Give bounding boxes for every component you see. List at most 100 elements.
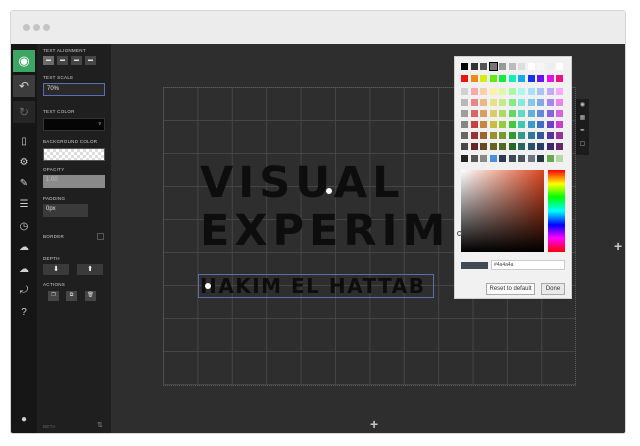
recent-swatch[interactable] <box>489 155 497 162</box>
palette-swatch[interactable] <box>461 121 468 128</box>
redo-icon[interactable]: ↻ <box>13 101 35 123</box>
palette-swatch[interactable] <box>480 132 487 139</box>
eyedropper-icon[interactable]: ✒ <box>578 127 587 136</box>
palette-swatch[interactable] <box>556 143 563 150</box>
palette-swatch[interactable] <box>508 110 516 117</box>
saturation-cursor[interactable] <box>457 231 462 236</box>
settings-sliders-icon[interactable]: ⇅ <box>97 421 103 429</box>
palette-swatch[interactable] <box>489 88 497 95</box>
help-icon[interactable]: ? <box>15 304 33 322</box>
palette-swatch[interactable] <box>470 132 478 139</box>
text-color-swatch[interactable]: ▿ <box>43 118 105 131</box>
palette-swatch[interactable] <box>518 88 525 95</box>
recent-swatch[interactable] <box>546 155 554 162</box>
palette-swatch[interactable] <box>527 143 535 150</box>
palette-swatch[interactable] <box>480 143 487 150</box>
recent-swatch[interactable] <box>518 155 525 162</box>
palette-swatch[interactable] <box>461 63 468 70</box>
palette-swatch[interactable] <box>527 75 535 82</box>
palette-swatch[interactable] <box>556 88 563 95</box>
palette-swatch[interactable] <box>518 121 525 128</box>
palette-swatch[interactable] <box>546 143 554 150</box>
palette-swatch[interactable] <box>480 63 487 70</box>
palette-swatch[interactable] <box>461 88 468 95</box>
eye-icon[interactable]: ◉ <box>13 50 35 72</box>
palette-swatch[interactable] <box>518 63 525 70</box>
palette-swatch[interactable] <box>537 75 544 82</box>
palette-swatch[interactable] <box>527 88 535 95</box>
window-close-dot[interactable] <box>23 24 30 31</box>
opacity-input[interactable]: 1.00 <box>43 175 105 188</box>
palette-swatch[interactable] <box>461 99 468 106</box>
palette-swatch[interactable] <box>499 110 506 117</box>
palette-swatch[interactable] <box>470 75 478 82</box>
palette-swatch[interactable] <box>556 132 563 139</box>
padding-input[interactable]: 0px <box>43 204 88 217</box>
palette-swatch[interactable] <box>480 88 487 95</box>
palette-swatch[interactable] <box>537 99 544 106</box>
palette-swatch[interactable] <box>556 99 563 106</box>
palette-swatch[interactable] <box>518 99 525 106</box>
recent-swatch[interactable] <box>508 155 516 162</box>
palette-swatch[interactable] <box>537 143 544 150</box>
palette-swatch[interactable] <box>508 121 516 128</box>
palette-swatch[interactable] <box>489 75 497 82</box>
palette-swatch[interactable] <box>546 75 554 82</box>
recent-swatch[interactable] <box>499 155 506 162</box>
palette-swatch[interactable] <box>499 75 506 82</box>
palette-swatch[interactable] <box>518 132 525 139</box>
saturation-brightness-field[interactable] <box>461 170 544 252</box>
align-center-button[interactable]: ▬ <box>57 56 68 65</box>
palette-swatch[interactable] <box>499 121 506 128</box>
plus-icon[interactable]: + <box>614 238 622 254</box>
palette-swatch[interactable] <box>537 88 544 95</box>
palette-swatch[interactable] <box>518 75 525 82</box>
palette-swatch[interactable] <box>508 132 516 139</box>
palette-swatch[interactable] <box>499 88 506 95</box>
palette-swatch[interactable] <box>508 143 516 150</box>
plus-icon[interactable]: + <box>370 416 378 432</box>
text-scale-input[interactable]: 70% <box>43 83 105 96</box>
palette-swatch[interactable] <box>499 63 506 70</box>
hex-input[interactable]: #4a4a4a <box>491 260 565 270</box>
palette-swatch[interactable] <box>508 88 516 95</box>
palette-swatch[interactable] <box>480 110 487 117</box>
palette-swatch[interactable] <box>499 143 506 150</box>
clock-icon[interactable]: ◷ <box>15 218 33 236</box>
palette-swatch[interactable] <box>470 143 478 150</box>
palette-swatch[interactable] <box>489 132 497 139</box>
palette-swatch[interactable] <box>499 99 506 106</box>
bucket-icon[interactable]: ◉ <box>578 101 587 110</box>
palette-swatch[interactable] <box>470 99 478 106</box>
palette-swatch[interactable] <box>546 63 554 70</box>
user-icon[interactable]: ● <box>15 411 33 429</box>
palette-swatch[interactable] <box>546 121 554 128</box>
palette-swatch[interactable] <box>489 99 497 106</box>
palette-swatch[interactable] <box>527 132 535 139</box>
palette-swatch[interactable] <box>489 110 497 117</box>
palette-swatch[interactable] <box>518 110 525 117</box>
duplicate-icon[interactable]: ⧉ <box>66 291 77 301</box>
palette-swatch[interactable] <box>461 110 468 117</box>
palette-swatch[interactable] <box>546 99 554 106</box>
border-toggle[interactable] <box>97 233 104 240</box>
depth-down-button[interactable]: ⬇ <box>43 264 69 275</box>
reset-to-default-button[interactable]: Reset to default <box>486 283 535 295</box>
palette-swatch[interactable] <box>527 63 535 70</box>
align-left-button[interactable]: ▬ <box>43 56 54 65</box>
trash-icon[interactable]: 🗑 <box>85 291 96 301</box>
depth-up-button[interactable]: ⬆ <box>77 264 103 275</box>
selected-subline-text[interactable]: HAKIM EL HATTAB <box>198 274 434 298</box>
palette-swatch[interactable] <box>480 121 487 128</box>
palette-swatch[interactable] <box>508 63 516 70</box>
palette-swatch[interactable] <box>556 75 563 82</box>
palette-swatch[interactable] <box>489 143 497 150</box>
recent-swatch[interactable] <box>537 155 544 162</box>
palette-swatch[interactable] <box>537 110 544 117</box>
palette-swatch[interactable] <box>499 132 506 139</box>
recent-swatch[interactable] <box>480 155 487 162</box>
palette-swatch[interactable] <box>537 63 544 70</box>
subline-resize-handle[interactable] <box>205 283 211 289</box>
recent-swatch[interactable] <box>461 155 468 162</box>
align-right-button[interactable]: ▬ <box>71 56 82 65</box>
